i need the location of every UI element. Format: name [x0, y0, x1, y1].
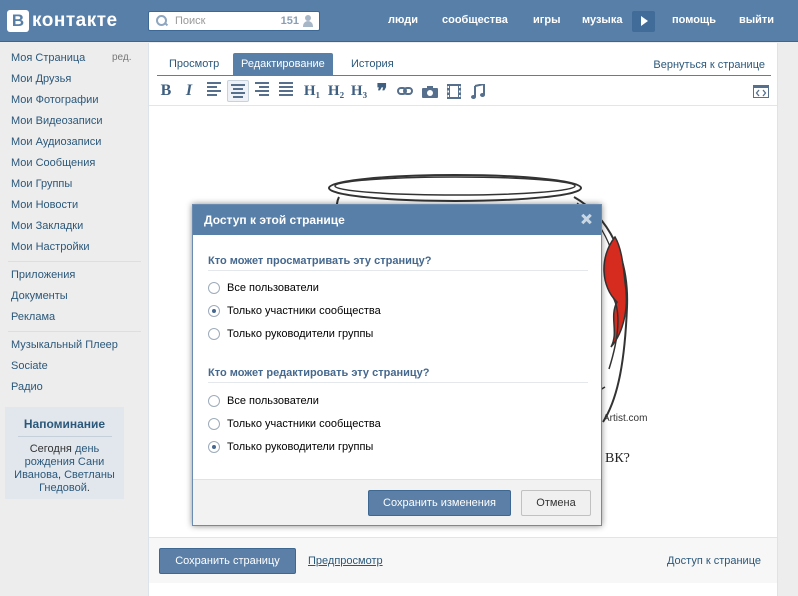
reminder-text: Сегодня день рождения Сани Иванова, Свет…	[5, 443, 124, 495]
article-text-fragment: ВК?	[605, 451, 630, 466]
reminder-end: .	[86, 482, 90, 494]
view-option-all[interactable]: Все пользователи	[208, 281, 319, 295]
sidebar-item-radio[interactable]: Радио	[11, 381, 43, 393]
sidebar-item-audios[interactable]: Мои Аудиозаписи	[11, 136, 101, 148]
play-icon[interactable]	[632, 11, 655, 32]
dialog-header: Доступ к этой странице	[193, 205, 601, 235]
search-placeholder: Поиск	[175, 15, 206, 27]
sidebar-item-friends[interactable]: Мои Друзья	[11, 73, 71, 85]
source-code-icon[interactable]	[752, 80, 770, 102]
logo-text: контакте	[32, 10, 118, 31]
sidebar-item-videos[interactable]: Мои Видеозаписи	[11, 115, 103, 127]
dialog-title: Доступ к этой странице	[204, 213, 345, 227]
nav-communities[interactable]: сообщества	[442, 14, 508, 26]
reminder-title: Напоминание	[23, 417, 106, 431]
sidebar-item-music-player[interactable]: Музыкальный Плеер	[11, 339, 118, 351]
vk-logo[interactable]: В контакте	[7, 9, 118, 33]
nav-games[interactable]: игры	[533, 14, 560, 26]
view-option-label: Только участники сообщества	[227, 305, 381, 317]
sidebar-item-news[interactable]: Мои Новости	[11, 199, 78, 211]
heading1-icon[interactable]: H₁	[301, 80, 323, 102]
editor-toolbar: B I H₁ H₂ H₃ ❞	[149, 76, 777, 106]
reminder-divider	[17, 436, 112, 437]
sidebar-item-groups[interactable]: Мои Группы	[11, 178, 72, 190]
radio-icon[interactable]	[208, 282, 220, 294]
heading3-icon[interactable]: H₃	[348, 80, 370, 102]
editor-footer: Сохранить страницу Предпросмотр Доступ к…	[149, 537, 777, 583]
cancel-button[interactable]: Отмена	[521, 490, 591, 516]
sidebar-item-sociate[interactable]: Sociate	[11, 360, 48, 372]
view-option-label: Только руководители группы	[227, 328, 374, 340]
back-to-page-link[interactable]: Вернуться к странице	[653, 59, 765, 71]
edit-option-label: Только участники сообщества	[227, 418, 381, 430]
tab-view[interactable]: Просмотр	[161, 53, 227, 75]
radio-icon[interactable]	[208, 418, 220, 430]
reminder-separator: ,	[57, 469, 62, 481]
heading2-icon[interactable]: H₂	[325, 80, 347, 102]
italic-icon[interactable]: I	[180, 80, 198, 102]
quote-icon[interactable]: ❞	[372, 80, 392, 103]
view-option-label: Все пользователи	[227, 282, 319, 294]
sidebar-item-my-page[interactable]: Моя Страница	[11, 52, 85, 64]
radio-selected-icon[interactable]	[208, 305, 220, 317]
align-left-icon[interactable]	[207, 82, 221, 98]
camera-icon[interactable]	[421, 80, 439, 102]
illustration-caption: Artist.com	[603, 413, 648, 424]
edit-permission-title: Кто может редактировать эту страницу?	[208, 367, 430, 379]
section-divider	[208, 382, 588, 383]
edit-option-label: Только руководители группы	[227, 441, 374, 453]
reminder-text-today: Сегодня	[29, 443, 72, 455]
save-page-button[interactable]: Сохранить страницу	[159, 548, 296, 574]
bold-icon[interactable]: B	[157, 80, 175, 102]
search-input[interactable]: Поиск 151	[148, 11, 320, 31]
edit-option-admins[interactable]: Только руководители группы	[208, 440, 373, 454]
edit-option-all[interactable]: Все пользователи	[208, 394, 319, 408]
view-option-members[interactable]: Только участники сообщества	[208, 304, 381, 318]
logo-box-icon: В	[7, 10, 29, 32]
view-permission-title: Кто может просматривать эту страницу?	[208, 255, 432, 267]
sidebar-item-messages[interactable]: Мои Сообщения	[11, 157, 95, 169]
link-icon[interactable]	[396, 80, 414, 102]
align-center-icon[interactable]	[227, 80, 249, 102]
video-icon[interactable]	[445, 80, 463, 102]
birthday-reminder: Напоминание Сегодня день рождения Сани И…	[5, 407, 124, 499]
online-friends-count: 151	[280, 15, 299, 27]
sidebar-item-settings[interactable]: Мои Настройки	[11, 241, 90, 253]
section-divider	[208, 270, 588, 271]
page-access-link[interactable]: Доступ к странице	[667, 555, 761, 567]
search-icon	[155, 14, 169, 28]
close-icon[interactable]	[579, 211, 593, 227]
radio-icon[interactable]	[208, 395, 220, 407]
top-header: В контакте Поиск 151 люди сообщества игр…	[0, 0, 798, 42]
sidebar-item-apps[interactable]: Приложения	[11, 269, 75, 281]
nav-people[interactable]: люди	[388, 14, 418, 26]
sidebar-divider	[8, 331, 141, 332]
sidebar-item-bookmarks[interactable]: Мои Закладки	[11, 220, 83, 232]
edit-option-members[interactable]: Только участники сообщества	[208, 417, 381, 431]
radio-selected-icon[interactable]	[208, 441, 220, 453]
left-sidebar: Моя Страница ред. Мои Друзья Мои Фотогра…	[0, 43, 148, 596]
list-icon[interactable]	[279, 82, 293, 98]
tab-history[interactable]: История	[343, 53, 402, 75]
edit-option-label: Все пользователи	[227, 395, 319, 407]
page-access-dialog: Доступ к этой странице Кто может просмат…	[192, 204, 602, 526]
sidebar-item-photos[interactable]: Мои Фотографии	[11, 94, 98, 106]
sidebar-divider	[8, 261, 141, 262]
tab-edit[interactable]: Редактирование	[233, 53, 333, 75]
radio-icon[interactable]	[208, 328, 220, 340]
person-icon	[303, 15, 313, 27]
sidebar-edit-link[interactable]: ред.	[112, 52, 132, 63]
nav-logout[interactable]: выйти	[739, 14, 774, 26]
sidebar-item-documents[interactable]: Документы	[11, 290, 68, 302]
dialog-footer: Сохранить изменения Отмена	[193, 479, 601, 525]
nav-help[interactable]: помощь	[672, 14, 716, 26]
sidebar-item-ads[interactable]: Реклама	[11, 311, 55, 323]
align-right-icon[interactable]	[255, 82, 269, 98]
view-option-admins[interactable]: Только руководители группы	[208, 327, 373, 341]
preview-link[interactable]: Предпросмотр	[308, 555, 383, 567]
music-note-icon[interactable]	[469, 80, 487, 102]
save-changes-button[interactable]: Сохранить изменения	[368, 490, 511, 516]
nav-music[interactable]: музыка	[582, 14, 622, 26]
